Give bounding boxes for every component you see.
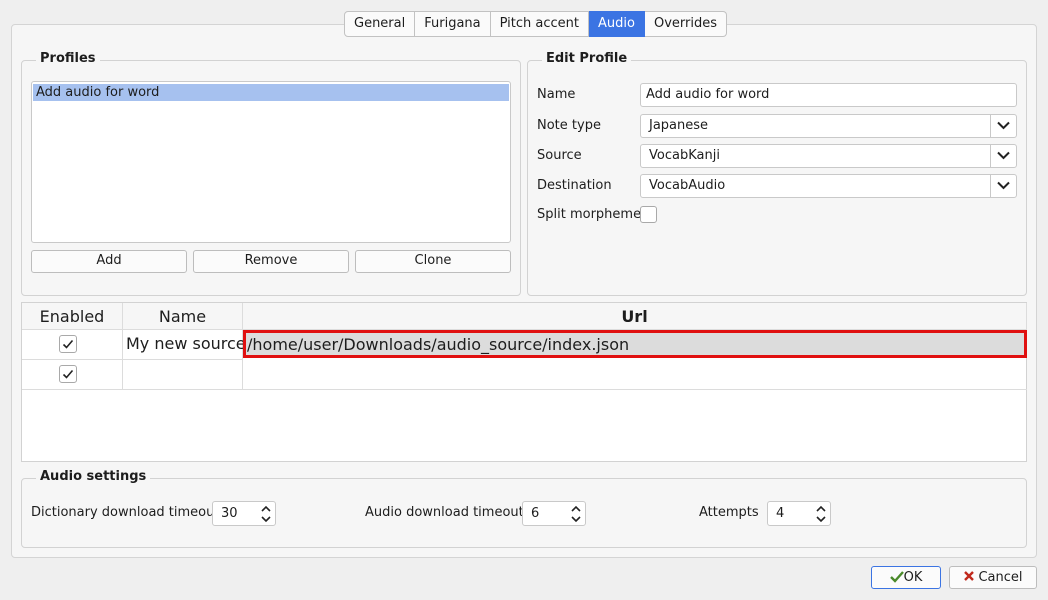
url-edit-input[interactable]: /home/user/Downloads/audio_source/index.… [243,330,1027,358]
chevron-down-icon[interactable] [990,115,1016,137]
audio-sources-table: Enabled Name Url My new source /home/use… [21,302,1027,462]
column-header-name[interactable]: Name [123,303,243,330]
dictionary-timeout-spinbox[interactable]: 30 [212,501,276,526]
audio-timeout-label: Audio download timeout [365,505,524,520]
tab-furigana[interactable]: Furigana [415,11,491,37]
table-cell-name[interactable]: My new source [123,330,246,360]
enabled-checkbox[interactable] [59,365,77,383]
checkmark-icon [62,369,74,379]
tab-general[interactable]: General [344,11,416,37]
split-morphemes-label: Split morphemes [537,207,648,222]
tab-overrides[interactable]: Overrides [644,11,727,37]
split-morphemes-checkbox[interactable] [640,206,657,223]
cancel-button[interactable]: Cancel [949,566,1037,589]
profiles-list[interactable]: Add audio for word [31,81,511,243]
note-type-label: Note type [537,118,601,133]
spin-arrows-icon[interactable] [260,504,272,524]
cancel-label: Cancel [978,570,1023,585]
column-header-enabled[interactable]: Enabled [22,303,123,330]
profile-name-input[interactable]: Add audio for word [640,83,1017,107]
source-select[interactable]: VocabKanji [640,144,1017,168]
dictionary-timeout-label: Dictionary download timeout [31,505,220,520]
checkmark-icon [62,339,74,349]
table-cell-url[interactable]: /home/user/Downloads/audio_source/index.… [243,330,1027,360]
column-header-url[interactable]: Url [243,303,1027,330]
edit-profile-title: Edit Profile [542,51,632,67]
ok-check-icon [889,571,904,583]
cancel-x-icon [964,571,975,581]
chevron-down-icon[interactable] [990,175,1016,197]
attempts-spinbox[interactable]: 4 [767,501,831,526]
note-type-select[interactable]: Japanese [640,114,1017,138]
list-item[interactable]: Add audio for word [33,84,509,101]
chevron-down-icon[interactable] [990,145,1016,167]
name-label: Name [537,87,576,102]
clone-profile-button[interactable]: Clone [355,250,511,273]
destination-label: Destination [537,178,612,193]
table-row-enabled-cell[interactable] [22,330,123,360]
enabled-checkbox[interactable] [59,335,77,353]
audio-timeout-spinbox[interactable]: 6 [522,501,586,526]
profiles-title: Profiles [36,51,100,67]
attempts-label: Attempts [699,505,759,520]
remove-profile-button[interactable]: Remove [193,250,349,273]
attempts-value: 4 [776,506,785,521]
note-type-value: Japanese [649,118,709,133]
spin-arrows-icon[interactable] [570,504,582,524]
tab-audio[interactable]: Audio [589,11,645,37]
source-value: VocabKanji [649,148,720,163]
add-profile-button[interactable]: Add [31,250,187,273]
tab-pitch-accent[interactable]: Pitch accent [490,11,590,37]
table-cell-url[interactable] [243,360,1027,390]
table-row-enabled-cell[interactable] [22,360,123,390]
audio-timeout-value: 6 [531,506,540,521]
dictionary-timeout-value: 30 [221,506,238,521]
destination-value: VocabAudio [649,178,726,193]
tab-bar: General Furigana Pitch accent Audio Over… [344,11,727,37]
ok-label: OK [903,570,923,585]
ok-button[interactable]: OK [871,566,941,589]
destination-select[interactable]: VocabAudio [640,174,1017,198]
source-label: Source [537,148,582,163]
audio-settings-title: Audio settings [36,469,151,485]
table-cell-name[interactable] [123,360,243,390]
spin-arrows-icon[interactable] [815,504,827,524]
